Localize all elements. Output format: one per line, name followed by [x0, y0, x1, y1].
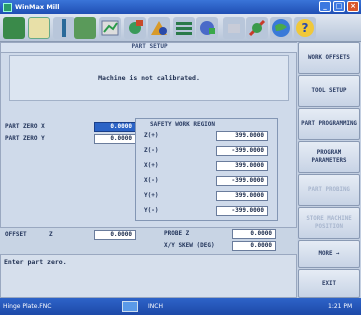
open-file-icon[interactable]: [3, 17, 25, 39]
offset-z-field[interactable]: 0.0000: [94, 230, 136, 240]
xy-skew-field[interactable]: 0.0000: [232, 241, 276, 251]
app-logo-icon: [3, 2, 12, 12]
disabled-icon[interactable]: [223, 17, 245, 39]
chart-icon[interactable]: [99, 17, 121, 39]
status-file-name: Hinge Plate.FNC: [3, 303, 52, 310]
part-programming-button[interactable]: PART PROGRAMMING: [298, 108, 360, 140]
safety-y-plus-label: Y(+): [144, 192, 159, 199]
safety-x-plus-label: X(+): [144, 162, 159, 169]
network-icon: [122, 301, 138, 312]
globe-icon[interactable]: [270, 17, 292, 39]
safety-x-minus-field[interactable]: -399.0000: [216, 176, 268, 186]
status-time: 1:21 PM: [328, 303, 353, 310]
part-zero-y-label: PART ZERO Y: [5, 135, 45, 142]
more-button[interactable]: MORE →: [298, 240, 360, 268]
safety-z-minus-field[interactable]: -399.0000: [216, 146, 268, 156]
title-bar: WinMax Mill _ □ ×: [0, 0, 361, 14]
part-zero-y-field[interactable]: 0.0000: [94, 134, 136, 144]
maximize-button[interactable]: □: [333, 1, 345, 12]
probe-z-field[interactable]: 0.0000: [232, 229, 276, 239]
store-machine-position-button[interactable]: STORE MACHINE POSITION: [298, 207, 360, 239]
safety-region-title: SAFETY WORK REGION: [150, 121, 216, 128]
status-bar: Hinge Plate.FNC INCH 1:21 PM: [0, 298, 361, 315]
program-parameters-button[interactable]: PROGRAM PARAMETERS: [298, 141, 360, 173]
safety-y-plus-field[interactable]: 399.0000: [216, 191, 268, 201]
part-probing-button[interactable]: PART PROBING: [298, 174, 360, 206]
toolbar: ?: [0, 14, 361, 42]
offset-label: OFFSET: [5, 231, 27, 238]
prompt-message: Enter part zero.: [4, 258, 67, 266]
safety-z-plus-field[interactable]: 399.0000: [216, 131, 268, 141]
softkey-panel: WORK OFFSETS TOOL SETUP PART PROGRAMMING…: [297, 42, 361, 298]
minimize-button[interactable]: _: [319, 1, 331, 12]
tool-setup-button[interactable]: TOOL SETUP: [298, 75, 360, 107]
safety-z-plus-label: Z(+): [144, 132, 159, 139]
calibration-notice: Machine is not calibrated.: [9, 55, 289, 101]
window-title: WinMax Mill: [15, 3, 60, 11]
safety-y-minus-field[interactable]: -399.0000: [216, 206, 268, 216]
safety-work-region: SAFETY WORK REGION Z(+) 399.0000 Z(-) -3…: [135, 118, 278, 221]
status-units: INCH: [148, 303, 163, 310]
part-zero-x-field[interactable]: 0.0000: [94, 122, 136, 132]
offset-axis-label: Z: [49, 231, 53, 238]
probe-z-label: PROBE Z: [164, 230, 190, 237]
mdi-icon[interactable]: [74, 17, 96, 39]
safety-x-plus-field[interactable]: 399.0000: [216, 161, 268, 171]
safety-y-minus-label: Y(-): [144, 207, 159, 214]
setup-icon[interactable]: [196, 17, 218, 39]
tools-icon[interactable]: [246, 17, 268, 39]
list-icon[interactable]: [173, 17, 195, 39]
safety-x-minus-label: X(-): [144, 177, 159, 184]
panel-title: PART SETUP: [1, 43, 298, 53]
tool-library-icon[interactable]: [124, 17, 146, 39]
part-setup-panel: PART SETUP Machine is not calibrated. PA…: [0, 42, 298, 240]
work-offsets-button[interactable]: WORK OFFSETS: [298, 42, 360, 74]
xy-skew-label: X/Y SKEW (DEG): [164, 242, 215, 249]
holder-icon[interactable]: [148, 17, 170, 39]
tool-icon[interactable]: [53, 17, 75, 39]
exit-button[interactable]: EXIT: [298, 269, 360, 298]
svg-text:?: ?: [302, 21, 309, 35]
close-button[interactable]: ×: [347, 1, 359, 12]
safety-z-minus-label: Z(-): [144, 147, 159, 154]
help-icon[interactable]: ?: [294, 17, 316, 39]
graphics-icon[interactable]: [28, 17, 50, 39]
message-area: Enter part zero.: [0, 254, 297, 298]
part-zero-x-label: PART ZERO X: [5, 123, 45, 130]
